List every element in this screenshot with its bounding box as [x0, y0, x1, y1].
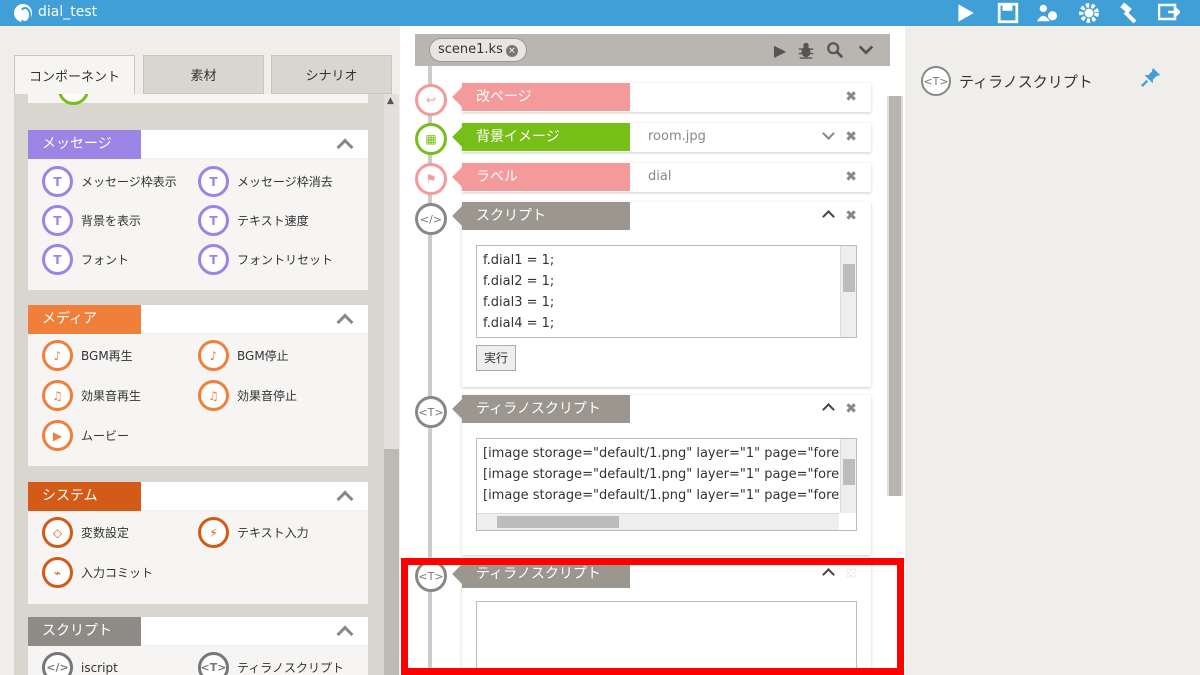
- category-title: スクリプト: [28, 617, 141, 646]
- bug-icon[interactable]: [795, 39, 817, 61]
- delete-icon[interactable]: ✖: [845, 89, 857, 105]
- background-value: room.jpg: [648, 129, 706, 144]
- category-partial: [28, 94, 368, 105]
- component-font-reset[interactable]: T フォントリセット: [198, 244, 333, 275]
- tyrano-icon: <T>: [921, 66, 951, 96]
- delete-icon[interactable]: ✖: [845, 401, 857, 417]
- save-icon[interactable]: [995, 1, 1021, 25]
- component-se-stop[interactable]: ♫ 効果音停止: [198, 380, 297, 411]
- command-pagebreak[interactable]: 改ページ ✖: [462, 83, 871, 112]
- collapse-icon[interactable]: [336, 622, 352, 638]
- chevron-down-icon[interactable]: [855, 39, 877, 61]
- tab-components[interactable]: コンポーネント: [14, 55, 135, 94]
- background-image-icon: ▦: [415, 123, 447, 155]
- scene-tab[interactable]: scene1.ks ×: [429, 38, 527, 62]
- title-bar: dial_test: [0, 0, 1200, 26]
- category-title: システム: [28, 482, 141, 511]
- message-icon: T: [42, 166, 73, 197]
- category-media: メディア ♪ BGM再生 ♪ BGM停止 ♫ 効果音再生 ♫ 効果音停止 ▶ ムービー: [28, 305, 368, 466]
- highlight-box: [401, 558, 904, 675]
- code-icon: </>: [415, 203, 447, 235]
- collapse-icon[interactable]: [336, 487, 352, 503]
- category-title: メディア: [28, 305, 141, 334]
- cube-icon: ◇: [42, 517, 73, 548]
- tyrano-icon: <T>: [198, 652, 229, 675]
- left-scrollbar[interactable]: ▲: [384, 94, 399, 675]
- close-icon[interactable]: ×: [505, 45, 518, 57]
- component-text-input[interactable]: ⚡ テキスト入力: [198, 517, 309, 548]
- category-title: メッセージ: [28, 130, 141, 159]
- component-text-speed[interactable]: T テキスト速度: [198, 205, 309, 236]
- message-icon: T: [42, 244, 73, 275]
- category-system: システム ◇ 変数設定 ⚡ テキスト入力 ⌁ 入力コミット: [28, 482, 368, 604]
- script-editor[interactable]: f.dial1 = 1; f.dial2 = 1; f.dial3 = 1; f…: [476, 245, 857, 338]
- command-background[interactable]: 背景イメージ room.jpg ✖: [462, 123, 871, 152]
- media-icon: ♪: [42, 340, 73, 371]
- component-list: メッセージ T メッセージ枠表示 T メッセージ枠消去 T 背景を表示 T テキスト速度…: [14, 94, 399, 675]
- media-icon: ♫: [198, 380, 229, 411]
- editor-scrollbar[interactable]: [840, 439, 856, 513]
- app-title: dial_test: [38, 4, 98, 20]
- scene-toolbar: scene1.ks × ▶: [415, 34, 890, 66]
- component-show-background[interactable]: T 背景を表示: [42, 205, 141, 236]
- message-icon: T: [42, 205, 73, 236]
- pagebreak-icon: ↩: [415, 84, 447, 116]
- component-panel: コンポーネント 素材 シナリオ メッセージ T メッセージ枠表示 T メッセージ枠消…: [14, 55, 399, 675]
- component-tyranoscript[interactable]: <T> ティラノスクリプト: [198, 652, 344, 675]
- search-icon[interactable]: [824, 39, 846, 61]
- component-bgm-stop[interactable]: ♪ BGM停止: [198, 340, 289, 371]
- chevron-down-icon[interactable]: [821, 127, 835, 141]
- component-message-show[interactable]: T メッセージ枠表示: [42, 166, 177, 197]
- export-icon[interactable]: [1156, 1, 1182, 25]
- component-iscript[interactable]: </> iscript: [42, 652, 118, 675]
- category-script: スクリプト </> iscript <T> ティラノスクリプト: [28, 617, 368, 675]
- collapse-icon[interactable]: [336, 310, 352, 326]
- message-icon: T: [198, 205, 229, 236]
- label-value: dial: [648, 169, 672, 184]
- message-icon: T: [198, 244, 229, 275]
- bolt-icon: ⚡: [198, 517, 229, 548]
- delete-icon[interactable]: ✖: [845, 169, 857, 185]
- collapse-icon[interactable]: [821, 399, 835, 413]
- media-icon: ♫: [42, 380, 73, 411]
- command-tyranoscript[interactable]: ティラノスクリプト ✖ [image storage="default/1.pn…: [462, 395, 871, 555]
- component-bgm-play[interactable]: ♪ BGM再生: [42, 340, 133, 371]
- delete-icon[interactable]: ✖: [845, 208, 857, 224]
- tab-assets[interactable]: 素材: [143, 55, 264, 94]
- collapse-icon[interactable]: [821, 206, 835, 220]
- editor-scrollbar-main[interactable]: [887, 96, 903, 496]
- pinned-component[interactable]: <T> ティラノスクリプト: [921, 66, 1093, 96]
- play-icon[interactable]: [952, 1, 978, 25]
- flag-icon: ⚑: [415, 163, 447, 195]
- users-icon[interactable]: [1034, 1, 1060, 25]
- app-logo-icon: [14, 4, 32, 23]
- component-variable[interactable]: ◇ 変数設定: [42, 517, 129, 548]
- collapse-icon[interactable]: [336, 135, 352, 151]
- component-se-play[interactable]: ♫ 効果音再生: [42, 380, 141, 411]
- hammer-icon[interactable]: [1117, 1, 1143, 25]
- tab-scenario[interactable]: シナリオ: [271, 55, 392, 94]
- plug-icon: ⌁: [42, 557, 73, 588]
- message-icon: T: [198, 166, 229, 197]
- command-script[interactable]: スクリプト ✖ f.dial1 = 1; f.dial2 = 1; f.dial…: [462, 202, 871, 387]
- component-message-hide[interactable]: T メッセージ枠消去: [198, 166, 333, 197]
- editor-scrollbar[interactable]: [840, 246, 856, 337]
- play-icon[interactable]: ▶: [769, 39, 791, 61]
- category-message: メッセージ T メッセージ枠表示 T メッセージ枠消去 T 背景を表示 T テキスト速度…: [28, 130, 368, 290]
- delete-icon[interactable]: ✖: [845, 129, 857, 145]
- code-icon: </>: [42, 652, 73, 675]
- component-commit[interactable]: ⌁ 入力コミット: [42, 557, 153, 588]
- component-font[interactable]: T フォント: [42, 244, 129, 275]
- run-button[interactable]: 実行: [476, 345, 516, 371]
- command-label[interactable]: ラベル dial ✖: [462, 163, 871, 192]
- horizontal-scrollbar[interactable]: [477, 513, 839, 530]
- pin-icon[interactable]: [1140, 66, 1164, 90]
- gear-icon[interactable]: [1076, 1, 1102, 25]
- media-icon: ♪: [198, 340, 229, 371]
- component-movie[interactable]: ▶ ムービー: [42, 420, 129, 451]
- tyrano-icon: <T>: [415, 396, 447, 428]
- tyranoscript-editor[interactable]: [image storage="default/1.png" layer="1"…: [476, 438, 857, 531]
- movie-icon: ▶: [42, 420, 73, 451]
